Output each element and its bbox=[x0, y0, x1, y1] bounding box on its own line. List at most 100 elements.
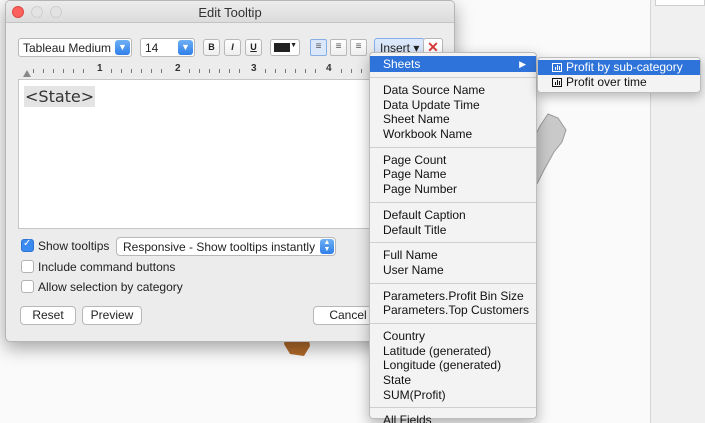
menu-item-param-profit-bin-size[interactable]: Parameters.Profit Bin Size bbox=[370, 289, 536, 304]
submenu-arrow-icon: ▶ bbox=[519, 59, 526, 69]
menu-separator bbox=[370, 146, 536, 148]
insert-menu: Sheets ▶ Data Source Name Data Update Ti… bbox=[369, 52, 537, 423]
menu-item-page-count[interactable]: Page Count bbox=[370, 153, 536, 168]
state-field-token[interactable]: <State> bbox=[24, 86, 96, 107]
ruler-tick bbox=[305, 69, 306, 73]
show-tooltips-label: Show tooltips bbox=[38, 239, 110, 253]
ruler-tick bbox=[151, 69, 152, 73]
menu-item-all-fields[interactable]: All Fields bbox=[370, 413, 536, 423]
menu-separator bbox=[370, 407, 536, 409]
ruler-tick bbox=[43, 69, 44, 73]
ruler-mark: 3 bbox=[251, 63, 257, 74]
ruler-tick bbox=[199, 69, 200, 73]
align-left-button[interactable]: ≡ bbox=[310, 39, 327, 56]
align-center-button[interactable]: ≡ bbox=[330, 39, 347, 56]
italic-button[interactable]: I bbox=[224, 39, 241, 56]
ruler-tick bbox=[33, 69, 34, 73]
preview-button[interactable]: Preview bbox=[82, 306, 142, 325]
ruler-tick bbox=[111, 69, 112, 73]
ruler-tick bbox=[341, 69, 342, 73]
font-size-select[interactable]: 14 ▼ bbox=[140, 38, 195, 57]
show-tooltips-row[interactable]: Show tooltips bbox=[21, 238, 110, 255]
color-swatch bbox=[274, 43, 290, 52]
allow-selection-label: Allow selection by category bbox=[38, 280, 183, 294]
font-family-value: Tableau Medium bbox=[23, 41, 112, 55]
tooltip-mode-select[interactable]: Responsive - Show tooltips instantly ▲ ▼ bbox=[116, 237, 336, 256]
menu-item-sheets[interactable]: Sheets ▶ bbox=[370, 56, 536, 72]
menu-separator bbox=[370, 322, 536, 324]
sheets-submenu: Profit by sub-category Profit over time bbox=[537, 57, 701, 93]
show-tooltips-checkbox[interactable] bbox=[21, 238, 34, 252]
ruler-tick bbox=[131, 69, 132, 73]
include-command-buttons-row[interactable]: Include command buttons bbox=[21, 260, 175, 276]
ruler-tick bbox=[229, 69, 230, 73]
text-color-button[interactable]: ▼ bbox=[270, 39, 300, 56]
font-family-select[interactable]: Tableau Medium ▼ bbox=[18, 38, 132, 57]
menu-item-state[interactable]: State bbox=[370, 373, 536, 388]
ruler-tick bbox=[315, 69, 316, 73]
menu-item-longitude[interactable]: Longitude (generated) bbox=[370, 358, 536, 373]
chevron-down-icon: ▼ bbox=[115, 40, 130, 55]
menu-item-latitude[interactable]: Latitude (generated) bbox=[370, 344, 536, 359]
menu-item-country[interactable]: Country bbox=[370, 329, 536, 344]
bar-chart-icon bbox=[552, 78, 562, 87]
menu-separator bbox=[370, 242, 536, 244]
submenu-item-label: Profit over time bbox=[566, 75, 647, 89]
ruler-tick bbox=[83, 69, 84, 73]
font-size-value: 14 bbox=[145, 41, 159, 55]
dialog-title: Edit Tooltip bbox=[198, 5, 262, 20]
ruler-tick bbox=[189, 69, 190, 73]
ruler-tick bbox=[121, 69, 122, 73]
menu-item-data-update-time[interactable]: Data Update Time bbox=[370, 98, 536, 113]
menu-item-data-source-name[interactable]: Data Source Name bbox=[370, 83, 536, 98]
indent-marker[interactable] bbox=[23, 70, 31, 77]
ruler-tick bbox=[351, 69, 352, 73]
submenu-item-label: Profit by sub-category bbox=[566, 60, 683, 74]
submenu-item-profit-by-sub-category[interactable]: Profit by sub-category bbox=[538, 60, 700, 75]
stepper-arrows-icon: ▲ ▼ bbox=[320, 239, 334, 254]
ruler-mark: 2 bbox=[175, 63, 181, 74]
underline-button[interactable]: U bbox=[245, 39, 262, 56]
menu-item-page-number[interactable]: Page Number bbox=[370, 182, 536, 197]
include-command-buttons-label: Include command buttons bbox=[38, 260, 176, 274]
ruler-mark: 4 bbox=[326, 63, 332, 74]
ruler-tick bbox=[219, 69, 220, 73]
right-panel-box bbox=[655, 0, 705, 6]
bold-button[interactable]: B bbox=[203, 39, 220, 56]
menu-item-default-title[interactable]: Default Title bbox=[370, 223, 536, 238]
ruler-tick bbox=[285, 69, 286, 73]
tooltip-mode-value: Responsive - Show tooltips instantly bbox=[123, 240, 316, 254]
bar-chart-icon bbox=[552, 63, 562, 72]
align-right-button[interactable]: ≡ bbox=[350, 39, 367, 56]
menu-item-page-name[interactable]: Page Name bbox=[370, 167, 536, 182]
ruler-tick bbox=[53, 69, 54, 73]
chevron-down-icon: ▼ bbox=[290, 42, 297, 49]
reset-button[interactable]: Reset bbox=[20, 306, 76, 325]
menu-item-full-name[interactable]: Full Name bbox=[370, 248, 536, 263]
allow-selection-checkbox[interactable] bbox=[21, 280, 34, 293]
ruler-tick bbox=[361, 69, 362, 73]
menu-item-workbook-name[interactable]: Workbook Name bbox=[370, 127, 536, 142]
ruler-tick bbox=[161, 69, 162, 73]
ruler-tick bbox=[141, 69, 142, 73]
menu-item-label: Sheets bbox=[383, 57, 421, 71]
ruler-tick bbox=[295, 69, 296, 73]
ruler-tick bbox=[73, 69, 74, 73]
title-bar: Edit Tooltip bbox=[6, 1, 454, 23]
menu-item-param-top-customers[interactable]: Parameters.Top Customers bbox=[370, 303, 536, 318]
menu-item-sheet-name[interactable]: Sheet Name bbox=[370, 112, 536, 127]
ruler-mark: 1 bbox=[97, 63, 103, 74]
ruler: 1 2 3 4 bbox=[23, 63, 386, 77]
menu-item-default-caption[interactable]: Default Caption bbox=[370, 208, 536, 223]
ruler-tick bbox=[63, 69, 64, 73]
submenu-item-profit-over-time[interactable]: Profit over time bbox=[538, 75, 700, 90]
allow-selection-row[interactable]: Allow selection by category bbox=[21, 280, 183, 296]
include-command-buttons-checkbox[interactable] bbox=[21, 260, 34, 273]
ruler-tick bbox=[275, 69, 276, 73]
tooltip-editor[interactable]: <State> bbox=[18, 79, 386, 229]
ruler-tick bbox=[239, 69, 240, 73]
menu-item-user-name[interactable]: User Name bbox=[370, 263, 536, 278]
menu-separator bbox=[370, 77, 536, 78]
menu-item-sum-profit[interactable]: SUM(Profit) bbox=[370, 388, 536, 403]
ruler-tick bbox=[209, 69, 210, 73]
